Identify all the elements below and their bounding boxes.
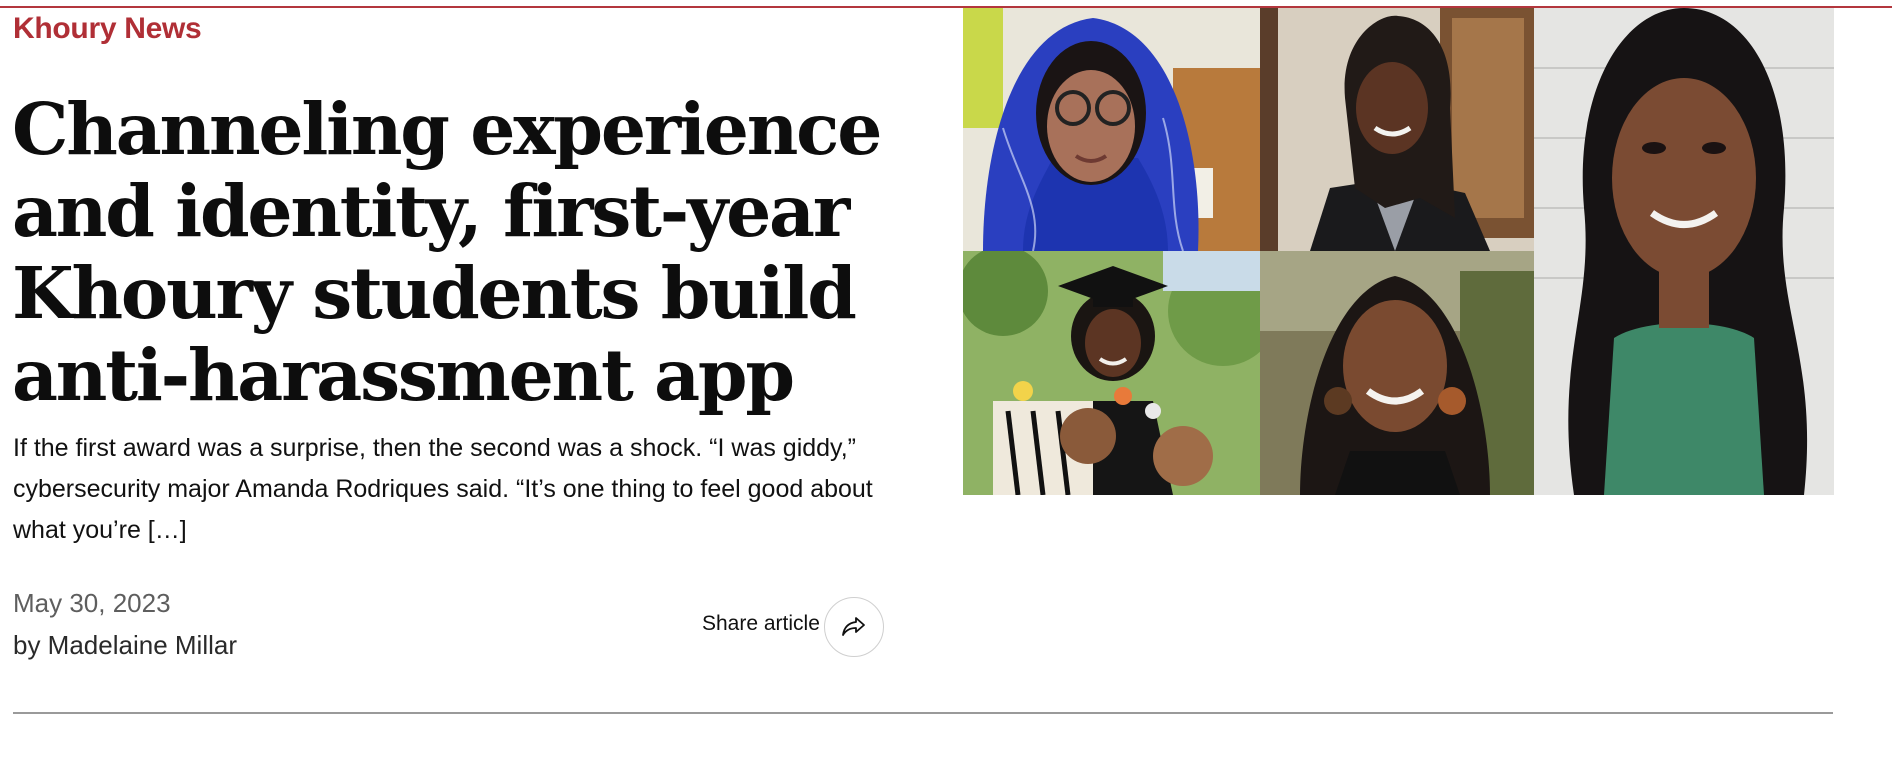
photo-portrait-blue-headscarf <box>963 8 1260 251</box>
photo-portrait-graduation <box>963 251 1260 495</box>
article-headline[interactable]: Channeling experience and identity, firs… <box>12 88 912 416</box>
section-link-khoury-news[interactable]: Khoury News <box>13 12 202 46</box>
share-button[interactable] <box>824 597 884 657</box>
share-article-label[interactable]: Share article <box>702 612 820 636</box>
article-photo-collage[interactable] <box>963 8 1834 495</box>
photo-portrait-outdoor-smile <box>1260 251 1534 495</box>
section-divider <box>13 712 1833 714</box>
article-excerpt: If the first award was a surprise, then … <box>13 434 873 544</box>
article-byline: by Madelaine Millar <box>13 630 237 660</box>
photo-portrait-long-hair <box>1534 8 1834 495</box>
photo-portrait-braids-blazer <box>1260 8 1534 251</box>
share-arrow-icon <box>842 617 865 636</box>
article-date: May 30, 2023 <box>13 588 171 618</box>
